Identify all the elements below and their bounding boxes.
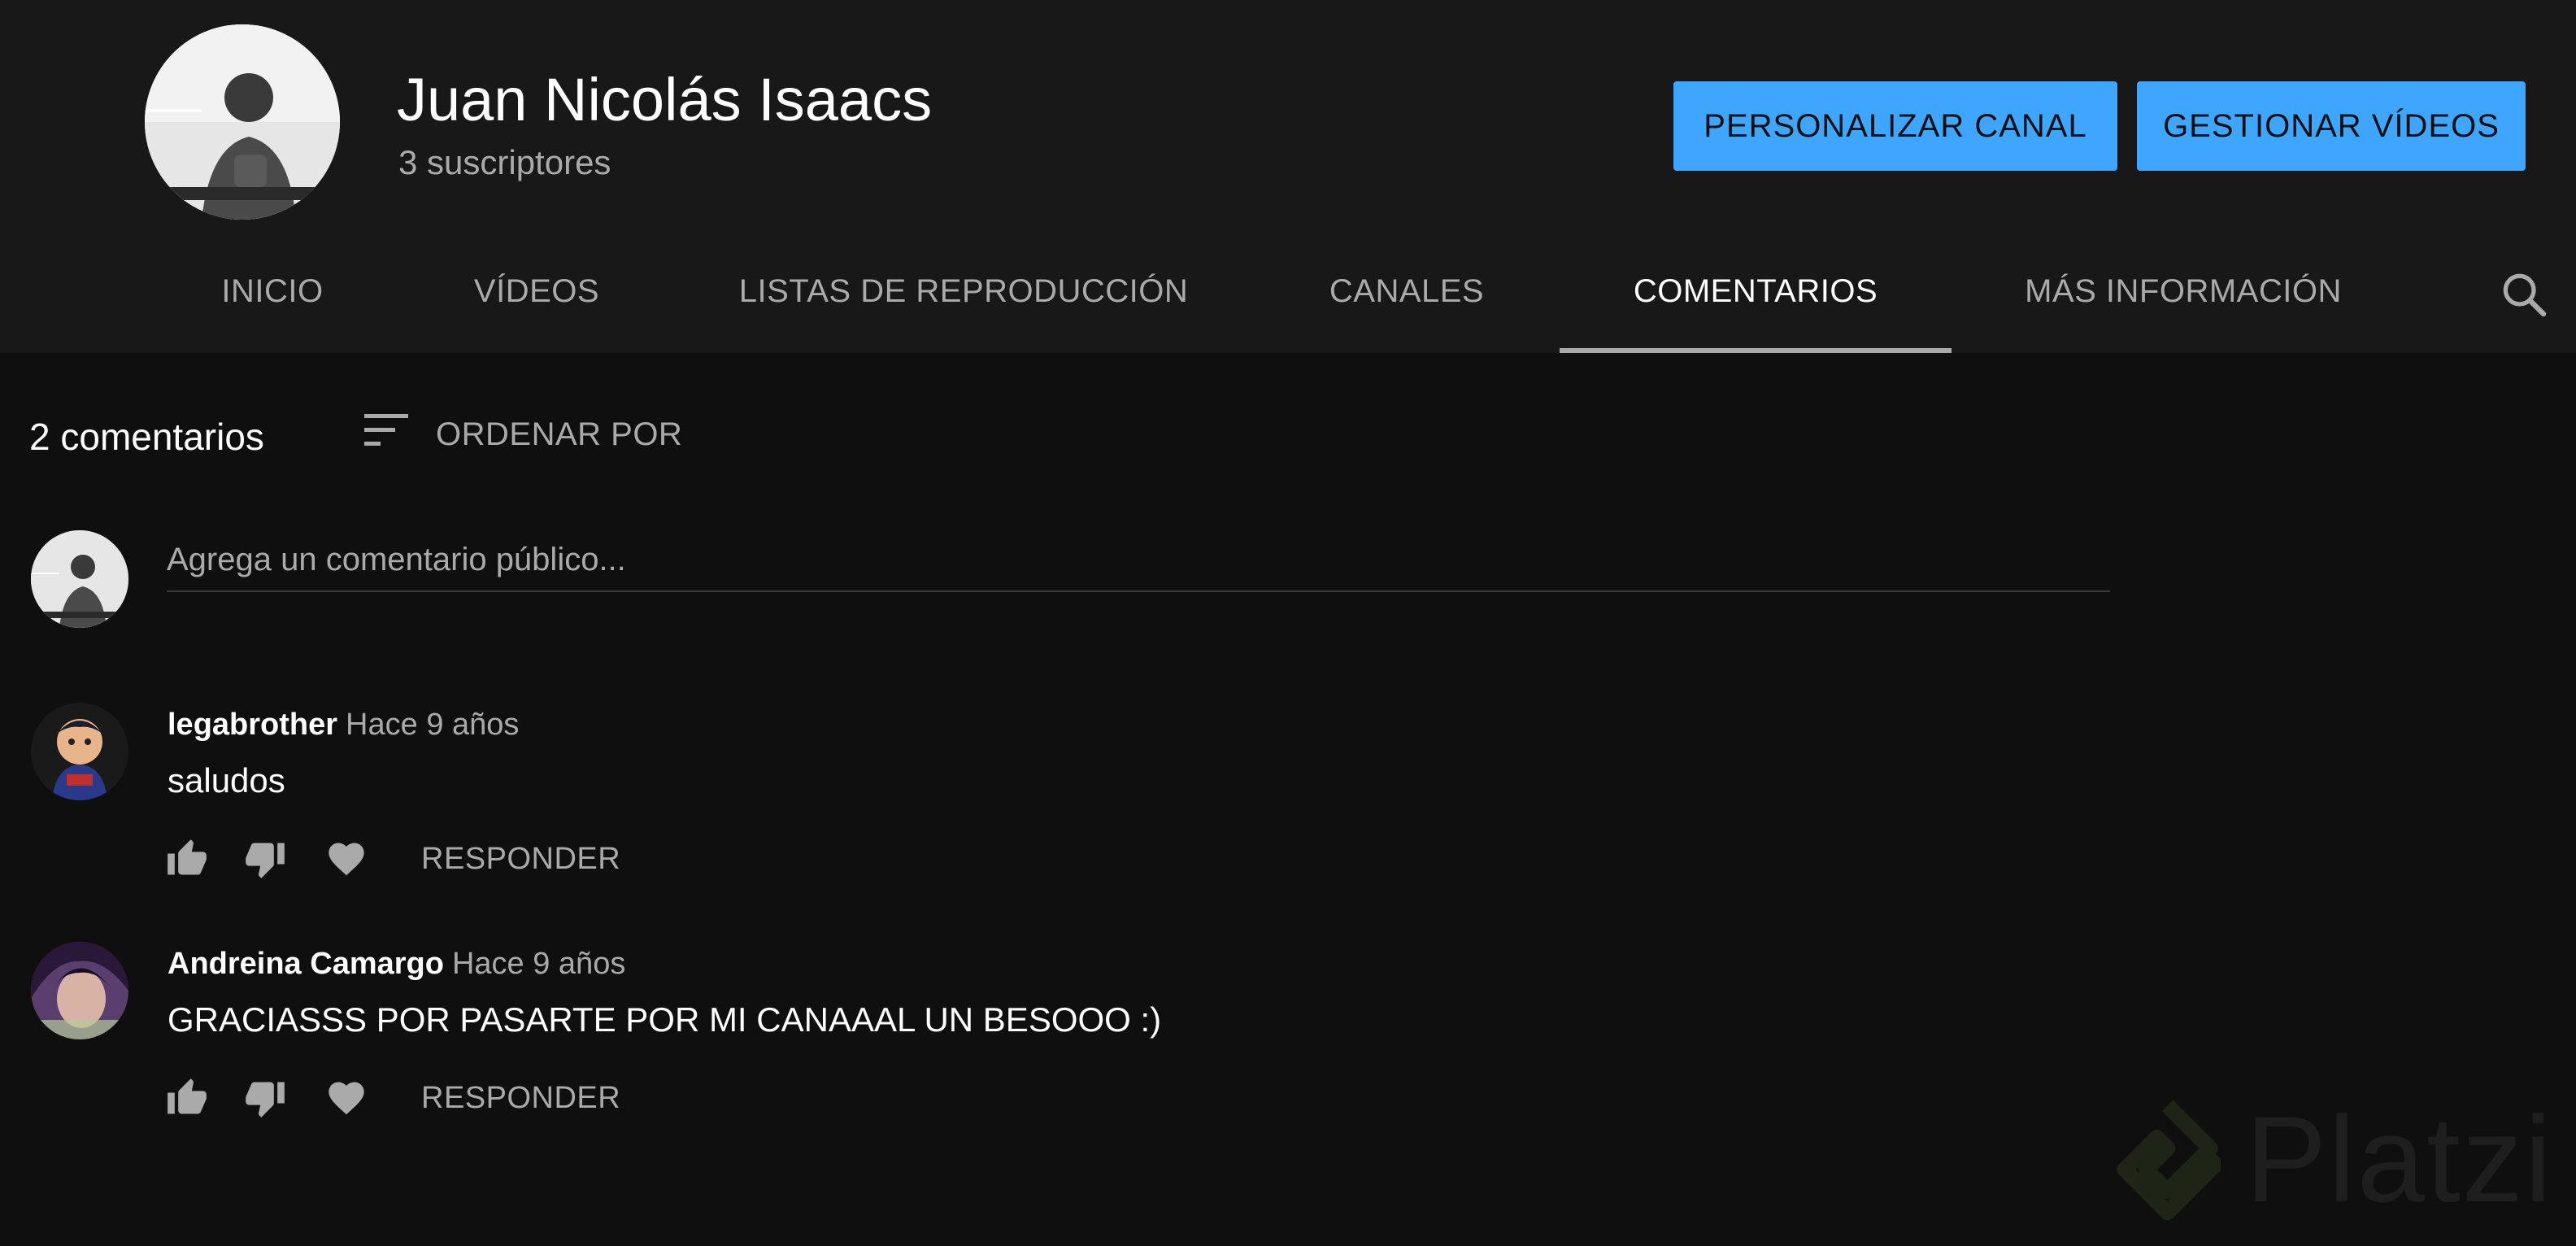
tab-playlists-label: LISTAS DE REPRODUCCIÓN (738, 273, 1189, 309)
tab-channels-label: CANALES (1329, 273, 1485, 309)
comment-actions: RESPONDER (166, 1074, 620, 1122)
thumb-down-icon[interactable] (244, 838, 286, 880)
comment-meta: legabrother Hace 9 años (168, 708, 519, 743)
comment-meta: Andreina Camargo Hace 9 años (168, 947, 625, 982)
channel-name: Juan Nicolás Isaacs (397, 66, 933, 133)
tab-about-label: MÁS INFORMACIÓN (2025, 273, 2342, 309)
channel-header: Juan Nicolás Isaacs 3 suscriptores PERSO… (0, 0, 2576, 353)
reply-button[interactable]: RESPONDER (421, 842, 620, 877)
user-avatar (31, 530, 128, 628)
customize-channel-button[interactable]: PERSONALIZAR CANAL (1673, 81, 2117, 171)
channel-avatar-photo (145, 24, 340, 220)
comment-input[interactable] (167, 529, 2110, 592)
tab-videos-label: VÍDEOS (473, 273, 600, 309)
tab-channels[interactable]: CANALES (1293, 268, 1521, 353)
sort-button[interactable]: ORDENAR POR (363, 410, 682, 459)
heart-icon[interactable] (325, 838, 368, 880)
tab-comments-label: COMENTARIOS (1633, 273, 1878, 309)
platzi-watermark: Platzi (2114, 1082, 2553, 1236)
thumb-up-icon[interactable] (166, 838, 208, 880)
comment-author[interactable]: legabrother (168, 708, 337, 742)
tab-about[interactable]: MÁS INFORMACIÓN (2000, 268, 2366, 353)
tab-comments[interactable]: COMENTARIOS (1560, 268, 1952, 353)
commenter-avatar[interactable] (31, 942, 128, 1039)
comment-time[interactable]: Hace 9 años (452, 947, 625, 981)
reply-button[interactable]: RESPONDER (421, 1081, 620, 1116)
thumb-up-icon[interactable] (166, 1077, 208, 1119)
tab-playlists[interactable]: LISTAS DE REPRODUCCIÓN (716, 268, 1212, 353)
comment-actions: RESPONDER (166, 834, 620, 883)
platzi-logo-icon (2117, 1100, 2221, 1221)
tab-inicio[interactable]: INICIO (187, 268, 358, 353)
heart-icon[interactable] (325, 1077, 368, 1119)
comment-text: GRACIASSS POR PASARTE POR MI CANAAAL UN … (168, 1000, 1162, 1039)
subscriber-count: 3 suscriptores (398, 143, 611, 181)
comment-count: 2 comentarios (29, 416, 264, 458)
search-icon[interactable] (2498, 268, 2550, 320)
sort-label: ORDENAR POR (436, 416, 683, 452)
comment-time[interactable]: Hace 9 años (346, 708, 519, 742)
watermark-text: Platzi (2245, 1090, 2553, 1227)
page: Juan Nicolás Isaacs 3 suscriptores PERSO… (0, 0, 2576, 1246)
commenter-avatar[interactable] (31, 703, 128, 800)
comment-item: legabrother Hace 9 años saludos RESPONDER (0, 703, 2576, 914)
comment-author[interactable]: Andreina Camargo (168, 947, 444, 981)
comment-text: saludos (168, 761, 285, 799)
sort-icon (363, 411, 410, 458)
thumb-down-icon[interactable] (244, 1077, 286, 1119)
tab-inicio-label: INICIO (221, 273, 324, 309)
tab-videos[interactable]: VÍDEOS (439, 268, 634, 353)
channel-avatar[interactable] (145, 24, 340, 220)
manage-videos-button[interactable]: GESTIONAR VÍDEOS (2137, 81, 2526, 171)
